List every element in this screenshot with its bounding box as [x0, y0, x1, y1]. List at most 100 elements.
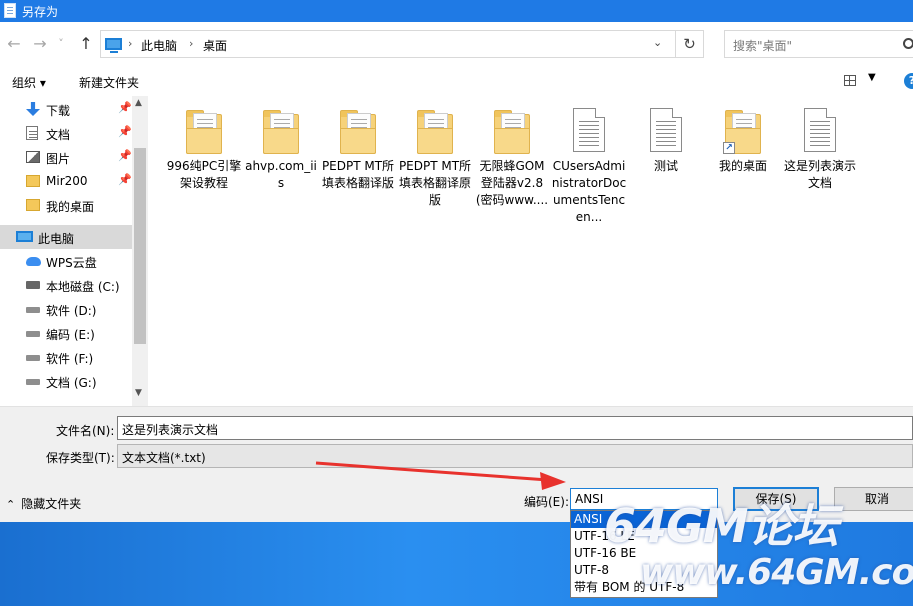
up-arrow-icon[interactable]: ↑ — [76, 34, 96, 54]
file-item[interactable]: PEDPT MT所填表格翻译版 — [320, 108, 396, 192]
drive-icon — [26, 307, 40, 313]
sidebar-item-pictures[interactable]: 图片 📌 — [0, 145, 132, 169]
file-item[interactable]: 996纯PC引擎架设教程 — [166, 108, 242, 192]
sidebar-item-wps-cloud[interactable]: WPS云盘 — [0, 249, 132, 273]
sidebar-item-label: 图片 — [46, 152, 71, 166]
folder-icon — [413, 108, 457, 154]
organize-menu[interactable]: 组织 ▾ — [12, 74, 46, 91]
search-box[interactable]: 搜索"桌面" — [724, 30, 913, 58]
cloud-icon — [26, 257, 41, 266]
back-arrow-icon[interactable]: ← — [4, 34, 24, 54]
chevron-up-icon: ⌃ — [6, 498, 16, 511]
sidebar-item-label: WPS云盘 — [46, 256, 97, 270]
chevron-down-icon[interactable]: ⌄ — [653, 36, 662, 49]
scroll-up-icon[interactable]: ▲ — [135, 98, 142, 108]
sidebar-item-drive-g[interactable]: 文档 (G:) — [0, 369, 132, 393]
filetype-label: 保存类型(T): — [46, 451, 115, 465]
command-bar: 组织 ▾ 新建文件夹 ▼ ? — [0, 66, 913, 96]
sidebar-item-mir200[interactable]: Mir200 📌 — [0, 169, 132, 193]
sidebar-item-this-pc[interactable]: 此电脑 — [0, 225, 132, 249]
sidebar-item-drive-d[interactable]: 软件 (D:) — [0, 297, 132, 321]
hide-folders-label: 隐藏文件夹 — [21, 497, 82, 511]
file-name: 我的桌面 — [718, 159, 767, 173]
sidebar-item-documents[interactable]: 文档 📌 — [0, 121, 132, 145]
new-folder-button[interactable]: 新建文件夹 — [79, 74, 139, 91]
sidebar-item-label: 下载 — [46, 104, 71, 118]
navigation-pane: 下载 📌 文档 📌 图片 📌 Mir200 📌 我的桌面 此电脑 WPS云盘 本… — [0, 96, 148, 406]
sidebar-item-drive-f[interactable]: 软件 (F:) — [0, 345, 132, 369]
download-icon — [26, 102, 40, 116]
pin-icon[interactable]: 📌 — [118, 149, 132, 162]
caret-down-icon[interactable]: ▼ — [868, 72, 876, 83]
sidebar-item-label: 软件 (D:) — [46, 304, 97, 318]
folder-icon — [490, 108, 534, 154]
sidebar-item-downloads[interactable]: 下载 📌 — [0, 97, 132, 121]
file-name: 无限蜂GOM登陆器v2.8(密码www.... — [475, 159, 549, 207]
sidebar-item-my-desktop[interactable]: 我的桌面 — [0, 193, 132, 217]
watermark-url: www.64GM.com — [640, 552, 913, 593]
file-list: 996纯PC引擎架设教程 ahvp.com_iis PEDPT MT所填表格翻译… — [148, 96, 913, 406]
sidebar-scrollbar[interactable]: ▲ ▼ — [132, 96, 148, 406]
sidebar-item-drive-e[interactable]: 编码 (E:) — [0, 321, 132, 345]
text-file-icon — [644, 108, 688, 154]
forward-arrow-icon[interactable]: → — [30, 34, 50, 54]
scrollbar-thumb[interactable] — [134, 148, 146, 344]
breadcrumb-separator: › — [128, 37, 133, 50]
document-icon — [26, 126, 38, 140]
pin-icon[interactable]: 📌 — [118, 125, 132, 138]
sidebar-item-label: 编码 (E:) — [46, 328, 95, 342]
file-item[interactable]: 无限蜂GOM登陆器v2.8(密码www.... — [474, 108, 550, 209]
computer-icon — [105, 38, 122, 53]
search-placeholder: 搜索"桌面" — [733, 39, 793, 53]
breadcrumb-desktop[interactable]: 桌面 — [203, 37, 227, 54]
help-icon[interactable]: ? — [904, 73, 913, 89]
search-icon[interactable] — [903, 38, 913, 49]
filename-label: 文件名(N): — [56, 424, 115, 438]
picture-icon — [26, 151, 40, 163]
breadcrumb-this-pc[interactable]: 此电脑 — [141, 37, 177, 54]
filename-input[interactable]: 这是列表演示文档 — [117, 416, 913, 440]
file-item[interactable]: PEDPT MT所填表格翻译原版 — [397, 108, 473, 209]
sidebar-item-label: 文档 — [46, 128, 71, 142]
folder-icon — [26, 199, 40, 211]
sidebar-item-label: 此电脑 — [38, 232, 75, 246]
folder-icon — [182, 108, 226, 154]
file-item[interactable]: ahvp.com_iis — [243, 108, 319, 192]
breadcrumb-separator: › — [189, 37, 194, 50]
sidebar-item-label: 文档 (G:) — [46, 376, 97, 390]
file-item[interactable]: 测试 — [628, 108, 704, 175]
shortcut-arrow-icon: ↗ — [723, 142, 735, 154]
cancel-button[interactable]: 取消 — [834, 487, 913, 511]
sidebar-item-label: 本地磁盘 (C:) — [46, 280, 120, 294]
drive-icon — [26, 281, 40, 289]
recent-locations-icon[interactable]: ˅ — [54, 34, 68, 54]
pin-icon[interactable]: 📌 — [118, 173, 132, 186]
text-file-icon — [798, 108, 842, 154]
folder-icon — [259, 108, 303, 154]
view-options-icon[interactable] — [844, 75, 856, 86]
file-name: CUsersAdministratorDocumentsTencen... — [551, 159, 627, 224]
file-name: 这是列表演示文档 — [783, 159, 856, 190]
folder-icon — [336, 108, 380, 154]
file-item[interactable]: ↗ 我的桌面 — [705, 108, 781, 175]
computer-icon — [16, 231, 33, 242]
address-bar[interactable]: › 此电脑 › 桌面 ⌄ — [100, 30, 676, 58]
file-name: 996纯PC引擎架设教程 — [166, 159, 242, 190]
scroll-down-icon[interactable]: ▼ — [135, 388, 142, 398]
pin-icon[interactable]: 📌 — [118, 101, 132, 114]
hide-folders-toggle[interactable]: ⌃ 隐藏文件夹 — [6, 495, 81, 512]
sidebar-item-label: Mir200 — [46, 174, 88, 188]
sidebar-item-label: 软件 (F:) — [46, 352, 94, 366]
file-name: PEDPT MT所填表格翻译版 — [321, 159, 395, 190]
folder-shortcut-icon: ↗ — [721, 108, 765, 154]
sidebar-item-drive-c[interactable]: 本地磁盘 (C:) — [0, 273, 132, 297]
refresh-icon[interactable]: ↻ — [676, 30, 704, 58]
file-name: 测试 — [653, 159, 678, 173]
file-item[interactable]: 这是列表演示文档 — [782, 108, 858, 192]
save-as-dialog: 另存为 ← → ˅ ↑ › 此电脑 › 桌面 ⌄ ↻ 搜索"桌面" 组织 ▾ 新… — [0, 0, 913, 522]
filetype-select[interactable]: 文本文档(*.txt) — [117, 444, 913, 468]
sidebar-item-label: 我的桌面 — [46, 200, 95, 214]
watermark-title: 64GM论坛 — [604, 499, 839, 553]
file-item[interactable]: CUsersAdministratorDocumentsTencen... — [551, 108, 627, 226]
notepad-icon — [4, 3, 16, 18]
